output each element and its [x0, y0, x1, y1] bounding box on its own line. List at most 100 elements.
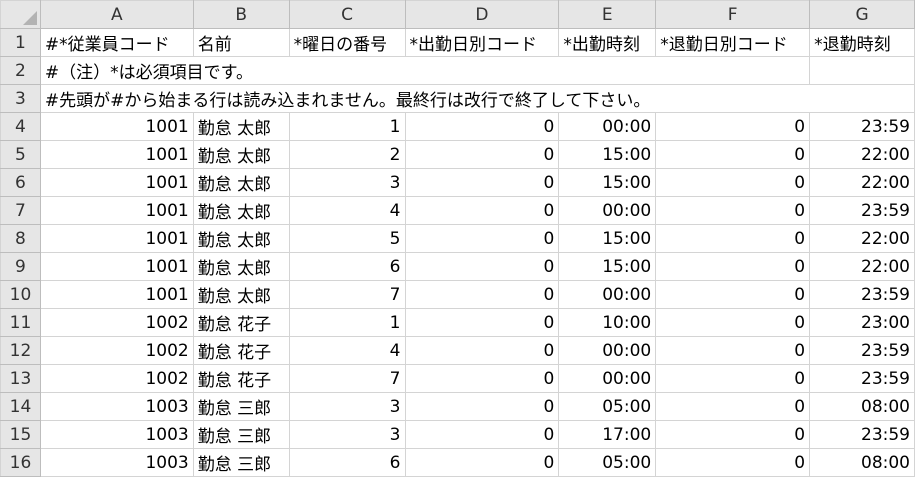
cell-e-in-time[interactable]: 15:00 — [558, 252, 657, 281]
cell-e-in-time[interactable]: 17:00 — [558, 420, 657, 449]
cell-g-out-time[interactable]: 08:00 — [809, 448, 915, 477]
cell-d-in-code[interactable]: 0 — [404, 420, 560, 449]
cell-g-out-time[interactable]: 23:59 — [809, 112, 915, 141]
cell-e1[interactable]: *出勤時刻 — [558, 28, 657, 57]
row-header[interactable]: 8 — [0, 224, 41, 253]
cell-f-out-code[interactable]: 0 — [655, 252, 811, 281]
cell-d-in-code[interactable]: 0 — [404, 196, 560, 225]
cell-a-code[interactable]: 1003 — [39, 420, 194, 449]
column-header-b[interactable]: B — [192, 0, 290, 29]
column-header-d[interactable]: D — [404, 0, 560, 29]
row-header[interactable]: 10 — [0, 280, 41, 309]
cell-c-weekday[interactable]: 6 — [288, 448, 406, 477]
cell-e-in-time[interactable]: 05:00 — [558, 448, 657, 477]
cell-b-name[interactable]: 勤怠 太郎 — [192, 168, 290, 197]
cell-c-weekday[interactable]: 2 — [288, 140, 406, 169]
cell-b-name[interactable]: 勤怠 太郎 — [192, 224, 290, 253]
column-header-f[interactable]: F — [655, 0, 811, 29]
column-header-g[interactable]: G — [809, 0, 915, 29]
cell-g1[interactable]: *退勤時刻 — [809, 28, 915, 57]
column-header-c[interactable]: C — [288, 0, 406, 29]
cell-d-in-code[interactable]: 0 — [404, 392, 560, 421]
cell-c-weekday[interactable]: 7 — [288, 280, 406, 309]
cell-d-in-code[interactable]: 0 — [404, 364, 560, 393]
cell-a-code[interactable]: 1002 — [39, 364, 194, 393]
cell-a-code[interactable]: 1001 — [39, 168, 194, 197]
cell-c1[interactable]: *曜日の番号 — [288, 28, 406, 57]
row-header[interactable]: 16 — [0, 448, 41, 477]
cell-c-weekday[interactable]: 3 — [288, 420, 406, 449]
cell-d-in-code[interactable]: 0 — [404, 252, 560, 281]
cell-d-in-code[interactable]: 0 — [404, 224, 560, 253]
cell-a-code[interactable]: 1001 — [39, 140, 194, 169]
cell-c-weekday[interactable]: 4 — [288, 196, 406, 225]
row-header[interactable]: 5 — [0, 140, 41, 169]
cell-b-name[interactable]: 勤怠 太郎 — [192, 196, 290, 225]
cell-e-in-time[interactable]: 00:00 — [558, 196, 657, 225]
cell-f-out-code[interactable]: 0 — [655, 168, 811, 197]
cell-a3[interactable]: #先頭が#から始まる行は読み込まれません。最終行は改行で終了して下さい。 — [39, 84, 915, 113]
cell-a-code[interactable]: 1003 — [39, 392, 194, 421]
select-all-corner[interactable] — [0, 0, 41, 29]
row-header[interactable]: 6 — [0, 168, 41, 197]
row-header[interactable]: 2 — [0, 56, 41, 85]
cell-a-code[interactable]: 1001 — [39, 280, 194, 309]
cell-e-in-time[interactable]: 15:00 — [558, 140, 657, 169]
cell-f-out-code[interactable]: 0 — [655, 140, 811, 169]
cell-g-out-time[interactable]: 22:00 — [809, 168, 915, 197]
cell-a-code[interactable]: 1002 — [39, 336, 194, 365]
spreadsheet-grid[interactable]: A B C D E F G 1 #*従業員コード 名前 *曜日の番号 *出勤日別… — [0, 0, 915, 496]
cell-f-out-code[interactable]: 0 — [655, 112, 811, 141]
cell-g-out-time[interactable]: 23:59 — [809, 364, 915, 393]
cell-a2[interactable]: #（注）*は必須項目です。 — [39, 56, 811, 85]
cell-g-out-time[interactable]: 23:59 — [809, 336, 915, 365]
cell-d-in-code[interactable]: 0 — [404, 448, 560, 477]
row-header[interactable]: 7 — [0, 196, 41, 225]
cell-f-out-code[interactable]: 0 — [655, 280, 811, 309]
row-header[interactable]: 11 — [0, 308, 41, 337]
row-header[interactable]: 13 — [0, 364, 41, 393]
cell-e-in-time[interactable]: 10:00 — [558, 308, 657, 337]
cell-d-in-code[interactable]: 0 — [404, 308, 560, 337]
cell-e-in-time[interactable]: 15:00 — [558, 224, 657, 253]
column-header-a[interactable]: A — [39, 0, 194, 29]
cell-c-weekday[interactable]: 7 — [288, 364, 406, 393]
cell-b-name[interactable]: 勤怠 太郎 — [192, 112, 290, 141]
cell-f-out-code[interactable]: 0 — [655, 224, 811, 253]
row-header[interactable]: 3 — [0, 84, 41, 113]
cell-g2[interactable] — [809, 56, 915, 85]
cell-e-in-time[interactable]: 15:00 — [558, 168, 657, 197]
cell-d-in-code[interactable]: 0 — [404, 280, 560, 309]
cell-f-out-code[interactable]: 0 — [655, 420, 811, 449]
row-header[interactable]: 4 — [0, 112, 41, 141]
cell-d-in-code[interactable]: 0 — [404, 336, 560, 365]
cell-d1[interactable]: *出勤日別コード — [404, 28, 560, 57]
cell-b-name[interactable]: 勤怠 花子 — [192, 364, 290, 393]
cell-b-name[interactable]: 勤怠 太郎 — [192, 252, 290, 281]
cell-b-name[interactable]: 勤怠 三郎 — [192, 420, 290, 449]
cell-b-name[interactable]: 勤怠 花子 — [192, 336, 290, 365]
cell-g-out-time[interactable]: 22:00 — [809, 224, 915, 253]
cell-c-weekday[interactable]: 1 — [288, 112, 406, 141]
cell-b1[interactable]: 名前 — [192, 28, 290, 57]
cell-b-name[interactable]: 勤怠 三郎 — [192, 448, 290, 477]
cell-b-name[interactable]: 勤怠 花子 — [192, 308, 290, 337]
cell-c-weekday[interactable]: 5 — [288, 224, 406, 253]
cell-g-out-time[interactable]: 22:00 — [809, 252, 915, 281]
cell-a-code[interactable]: 1001 — [39, 252, 194, 281]
cell-c-weekday[interactable]: 4 — [288, 336, 406, 365]
row-header[interactable]: 9 — [0, 252, 41, 281]
cell-f-out-code[interactable]: 0 — [655, 308, 811, 337]
cell-c-weekday[interactable]: 1 — [288, 308, 406, 337]
cell-f-out-code[interactable]: 0 — [655, 364, 811, 393]
cell-g-out-time[interactable]: 23:59 — [809, 196, 915, 225]
cell-d-in-code[interactable]: 0 — [404, 168, 560, 197]
cell-c-weekday[interactable]: 3 — [288, 168, 406, 197]
cell-g-out-time[interactable]: 08:00 — [809, 392, 915, 421]
row-header[interactable]: 15 — [0, 420, 41, 449]
cell-d-in-code[interactable]: 0 — [404, 112, 560, 141]
cell-f-out-code[interactable]: 0 — [655, 392, 811, 421]
cell-c-weekday[interactable]: 6 — [288, 252, 406, 281]
cell-a-code[interactable]: 1002 — [39, 308, 194, 337]
cell-e-in-time[interactable]: 00:00 — [558, 280, 657, 309]
